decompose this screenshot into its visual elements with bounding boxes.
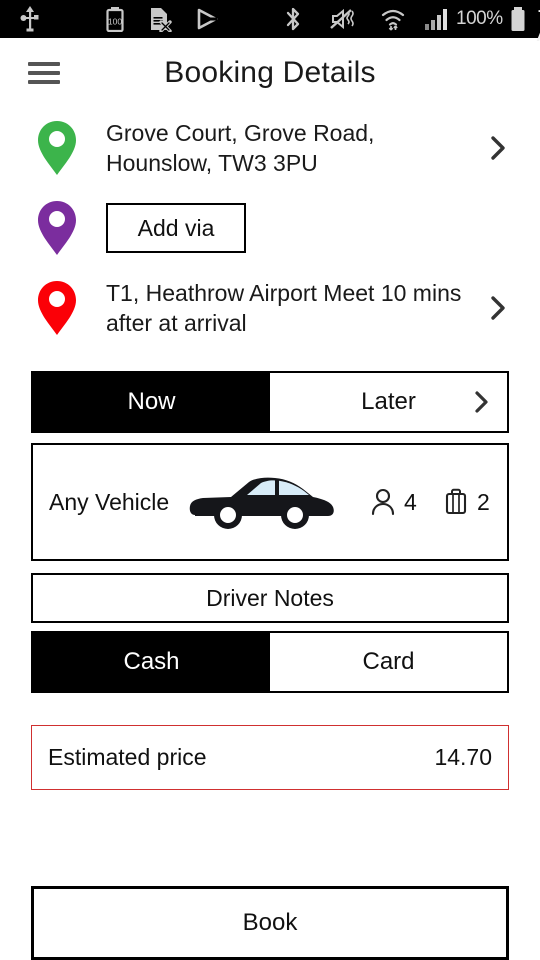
vehicle-selector-card[interactable]: Any Vehicle 4 2 [31, 443, 509, 561]
tab-card-label: Card [362, 648, 415, 675]
app-header: Booking Details [0, 38, 540, 108]
dropoff-address: T1, Heathrow Airport Meet 10 mins after … [106, 280, 462, 336]
play-store-icon [182, 6, 232, 32]
tab-later[interactable]: Later [270, 373, 507, 431]
battery-full-icon [509, 6, 527, 32]
chevron-right-icon[interactable] [478, 135, 518, 161]
estimated-price-label: Estimated price [48, 744, 207, 770]
pickup-address: Grove Court, Grove Road, Hounslow, TW3 3… [106, 120, 375, 176]
dropoff-row[interactable]: T1, Heathrow Airport Meet 10 mins after … [0, 268, 540, 348]
hamburger-line [28, 62, 60, 66]
cellular-signal-icon [416, 6, 456, 32]
hamburger-menu-icon[interactable] [28, 62, 60, 84]
sim-card-error-icon [138, 6, 182, 32]
hamburger-line [28, 80, 60, 84]
dropoff-location-pin [34, 279, 80, 337]
when-toggle: Now Later [31, 371, 509, 433]
wifi-transfer-icon [370, 6, 416, 32]
vehicle-name: Any Vehicle [49, 488, 170, 515]
passenger-icon [370, 487, 396, 517]
hamburger-line [28, 71, 60, 75]
estimated-price-box: Estimated price 14.70 [31, 725, 509, 790]
tab-now-label: Now [127, 388, 176, 415]
passenger-count: 4 [404, 488, 417, 515]
booking-details-screen: 100 100% Booking Details Grove Court, Gr… [0, 0, 540, 960]
tab-cash-label: Cash [123, 648, 180, 675]
passenger-capacity: 4 [370, 487, 418, 517]
estimated-price-value: 14.70 [434, 744, 492, 770]
sedan-car-icon [169, 471, 354, 533]
tab-now[interactable]: Now [33, 373, 270, 431]
tab-cash[interactable]: Cash [33, 633, 270, 691]
pickup-row[interactable]: Grove Court, Grove Road, Hounslow, TW3 3… [0, 108, 540, 188]
svg-text:100: 100 [108, 17, 122, 27]
chevron-right-icon [474, 390, 489, 414]
luggage-count: 2 [477, 488, 490, 515]
chevron-right-icon[interactable] [478, 295, 518, 321]
page-title: Booking Details [164, 56, 376, 89]
battery-100-icon: 100 [92, 6, 138, 32]
status-bar-left-icons: 100 [0, 6, 456, 32]
book-button[interactable]: Book [31, 886, 509, 960]
tab-card[interactable]: Card [270, 633, 507, 691]
battery-percent-label: 100% [456, 8, 503, 29]
via-location-pin [34, 199, 80, 257]
status-bar: 100 100% [0, 0, 540, 47]
sound-muted-vibrate-icon [318, 6, 370, 32]
driver-notes-button[interactable]: Driver Notes [31, 573, 509, 623]
pickup-location-pin [34, 119, 80, 177]
add-via-button[interactable]: Add via [106, 203, 246, 253]
tab-later-label: Later [361, 388, 416, 415]
luggage-icon [443, 487, 469, 517]
trip-locations: Grove Court, Grove Road, Hounslow, TW3 3… [0, 108, 540, 348]
bluetooth-icon [268, 6, 318, 32]
payment-toggle: Cash Card [31, 631, 509, 693]
add-via-wrapper: Add via [80, 203, 478, 253]
usb-icon [10, 6, 50, 32]
luggage-capacity: 2 [443, 487, 491, 517]
add-via-row: Add via [0, 188, 540, 268]
vehicle-capacity: 4 2 [354, 487, 491, 517]
